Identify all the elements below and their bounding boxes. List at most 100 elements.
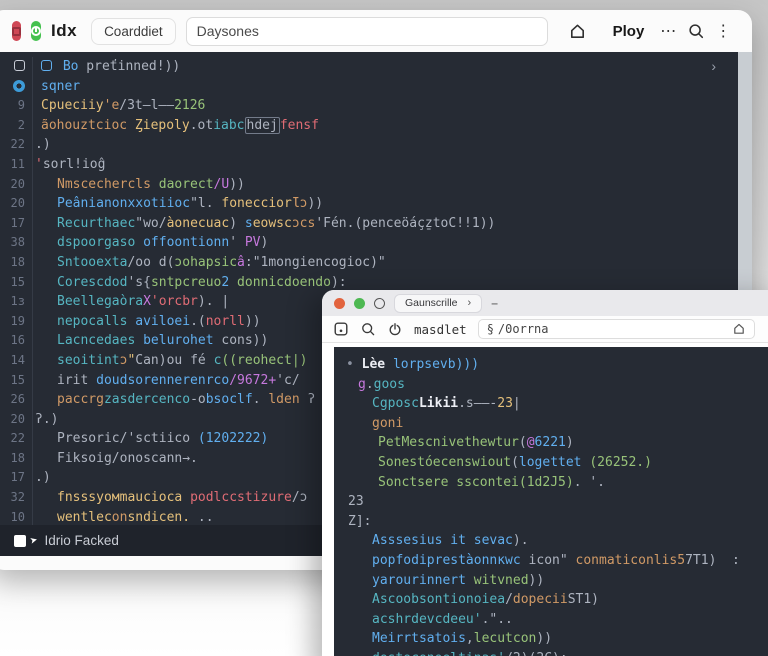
code-viewer[interactable]: • Lèe lorpsevb))) g.goos CgposcLikii.s——-2… bbox=[334, 347, 768, 656]
code-token: ɔohapsic bbox=[174, 254, 238, 270]
home-icon[interactable] bbox=[732, 322, 746, 336]
zoom-traffic-light[interactable] bbox=[354, 297, 365, 309]
square-gutter-icon[interactable] bbox=[0, 57, 32, 77]
search-icon[interactable] bbox=[687, 19, 705, 43]
code-line[interactable]: 17 Recurthaec"wo/àonecuac) seowscɔcs'Fén.… bbox=[0, 213, 738, 234]
code-text: .) bbox=[32, 135, 738, 155]
code-token: ' bbox=[35, 156, 43, 172]
desktop-background: Idx Coarddiet Ploy ⋯ ⋮ › Bo preťinned!))… bbox=[0, 0, 768, 656]
code-token: .. bbox=[190, 509, 214, 525]
code-token: "wo/ bbox=[135, 215, 167, 231]
code-line[interactable]: Ascoobsontionoiea/dopeciiST1) bbox=[334, 590, 768, 610]
home-icon[interactable] bbox=[568, 19, 587, 43]
code-text: ãohouztcioc Ȥiepoly.otiabc hdej fensf bbox=[32, 115, 738, 136]
app-window-icon[interactable] bbox=[333, 321, 349, 337]
code-line[interactable]: • Lèe lorpsevb))) bbox=[334, 355, 768, 375]
code-line[interactable]: Sonctsere sscontei(1d2J5). '. bbox=[334, 473, 768, 493]
code-text: Nmscechercls daorect/U)) bbox=[32, 174, 738, 195]
code-line[interactable]: popfodiprestàonnκwc icon" conmaticonlis5… bbox=[334, 551, 768, 571]
code-text: dspoorgaso offoontionn' PV) bbox=[32, 233, 738, 253]
code-token: bsoclf bbox=[205, 392, 253, 408]
code-line[interactable]: CgposcLikii.s——-23| bbox=[334, 394, 768, 414]
search-icon[interactable] bbox=[360, 321, 376, 337]
code-line[interactable]: Sonestóecenswiout(logettet (26252.) bbox=[334, 453, 768, 473]
code-line[interactable]: 20 Peânianonxxotiioc"l. fonecciorƖɔ)) bbox=[0, 194, 738, 214]
code-token: offoontionn bbox=[143, 235, 230, 251]
code-token: | bbox=[512, 396, 521, 412]
browser-toolbar: masdlet § /0orrna · bbox=[322, 316, 768, 343]
toolbar-label: masdlet bbox=[414, 321, 467, 337]
code-line[interactable]: yarourinnert witvned)) bbox=[334, 571, 768, 591]
app-red-icon[interactable] bbox=[12, 21, 21, 41]
code-token: Cpueciiy bbox=[41, 98, 104, 114]
code-token: goos bbox=[373, 376, 405, 392]
code-line[interactable]: 20 Nmscechercls daorect/U)) bbox=[0, 174, 738, 195]
line-number: 2 bbox=[17, 117, 25, 132]
code-token: ——- bbox=[473, 396, 498, 412]
code-token: Corescdod bbox=[57, 274, 128, 290]
address-bar[interactable]: § /0orrna bbox=[477, 319, 756, 339]
code-token: belurohet bbox=[143, 333, 222, 349]
code-line[interactable]: acshrdevcdeeu'.".. bbox=[334, 610, 768, 630]
code-line[interactable]: Bo preťinned!)) bbox=[0, 57, 738, 77]
code-line[interactable]: dostoconoeltinas'/2)(2C): bbox=[334, 649, 768, 656]
browser-tab-label: Gaunscrille bbox=[405, 297, 458, 309]
code-line[interactable]: 22.) bbox=[0, 135, 738, 155]
line-number: 26 bbox=[10, 392, 25, 407]
code-token: nepocalls bbox=[57, 313, 136, 329]
dot-gutter-icon[interactable] bbox=[0, 77, 32, 97]
code-token: ) bbox=[565, 435, 574, 451]
code-line[interactable]: 23 bbox=[334, 492, 768, 512]
code-line[interactable]: g.goos bbox=[334, 375, 768, 395]
code-token: /2)(2C): bbox=[505, 651, 568, 656]
code-line[interactable]: PetMescnivethewtur(@6221) bbox=[334, 433, 768, 453]
code-token: g bbox=[358, 376, 366, 392]
power-icon[interactable] bbox=[387, 321, 403, 337]
code-token: ɔcs bbox=[291, 215, 316, 231]
editor-tab[interactable]: Coarddiet bbox=[91, 17, 176, 45]
code-token: Sonestóecenswiout bbox=[378, 454, 512, 470]
code-line[interactable]: 18 Sntooexta/oo d(ɔohapsicâ:"1mongiencogi… bbox=[0, 252, 738, 273]
browser-tab[interactable]: Gaunscrille › bbox=[394, 293, 483, 313]
code-token: ST1) bbox=[567, 592, 599, 608]
code-token: Z]: bbox=[348, 513, 372, 529]
code-line[interactable]: sqner bbox=[0, 76, 738, 97]
code-text: Meirrtsatois,lecutcon)) bbox=[334, 629, 768, 649]
code-text: sqner bbox=[32, 76, 738, 97]
circle-icon[interactable] bbox=[374, 297, 385, 309]
line-number: 19 bbox=[10, 313, 25, 328]
code-line[interactable]: 9 Cpueciiy'e/3t—l——2126 bbox=[0, 96, 738, 116]
code-token: Ȥiepoly bbox=[134, 117, 190, 133]
code-token: / bbox=[505, 592, 513, 608]
code-text: 'sorl!ioĝ bbox=[32, 154, 738, 175]
code-line[interactable]: Z]: bbox=[334, 512, 768, 532]
chevron-right-icon[interactable]: › bbox=[711, 58, 716, 74]
code-token: iabc bbox=[213, 117, 245, 133]
code-line[interactable]: Meirrtsatois,lecutcon)) bbox=[334, 629, 768, 649]
code-token: 'e bbox=[103, 98, 120, 114]
code-token: Can)ou fé bbox=[135, 352, 214, 368]
titlebar-search-input[interactable] bbox=[185, 16, 548, 46]
code-text: Bo preťinned!)) bbox=[32, 57, 738, 77]
code-token: foneccior bbox=[221, 196, 292, 212]
ellipsis-menu-icon[interactable]: ⋯ bbox=[660, 21, 677, 41]
code-line[interactable]: 11 'sorl!ioĝ bbox=[0, 154, 738, 175]
code-line[interactable]: goni bbox=[334, 414, 768, 434]
code-token: .ot bbox=[189, 117, 214, 133]
minimized-tab[interactable]: – bbox=[491, 296, 498, 310]
play-button[interactable]: Ploy bbox=[607, 23, 651, 40]
code-text: g.goos bbox=[334, 375, 768, 395]
code-line[interactable]: 2 ãohouztcioc Ȥiepoly.otiabc hdej fensf bbox=[0, 115, 738, 136]
code-token: .s bbox=[458, 396, 474, 412]
code-line[interactable]: Asssesius it sevac). bbox=[334, 531, 768, 551]
code-token: dspoorgaso bbox=[57, 235, 144, 251]
code-token: daorect bbox=[158, 176, 214, 192]
code-line[interactable]: 38 dspoorgaso offoontionn' PV) bbox=[0, 233, 738, 253]
line-number: 15 bbox=[10, 274, 25, 289]
close-traffic-light[interactable] bbox=[334, 297, 345, 309]
code-token: 6221 bbox=[534, 435, 566, 451]
code-token: seoitint bbox=[57, 352, 120, 368]
app-clock-icon[interactable] bbox=[31, 21, 41, 41]
code-text: dostoconoeltinas'/2)(2C): bbox=[334, 649, 768, 656]
kebab-menu-icon[interactable]: ⋮ bbox=[715, 21, 732, 41]
